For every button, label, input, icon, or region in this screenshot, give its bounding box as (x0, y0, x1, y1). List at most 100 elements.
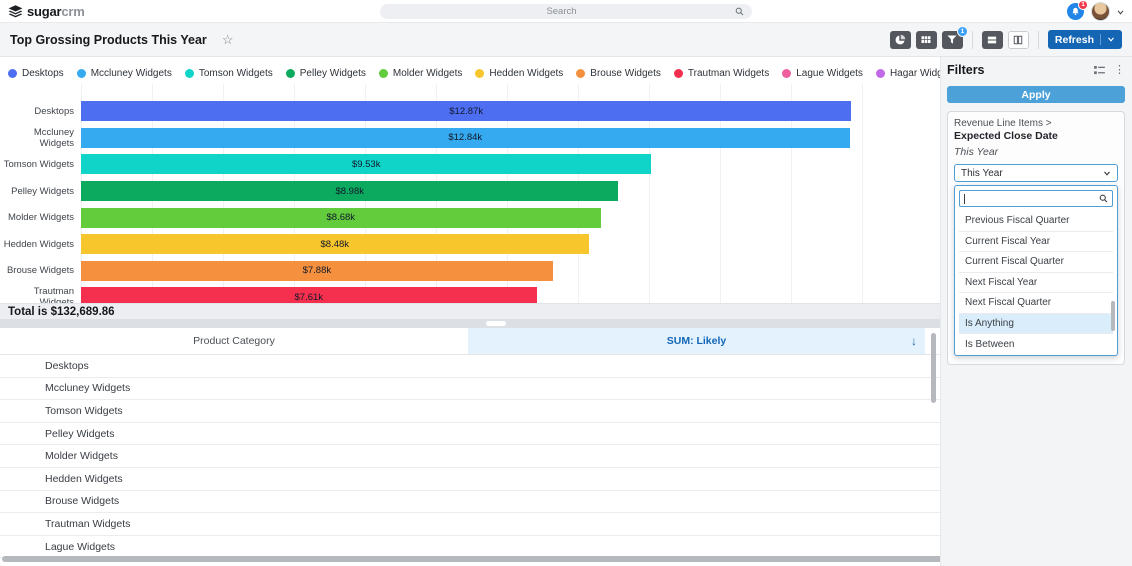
table-vertical-scrollbar[interactable] (931, 333, 936, 403)
refresh-button[interactable]: Refresh (1048, 30, 1122, 49)
bar-value-label: $8.48k (321, 239, 350, 250)
rows-layout-button[interactable] (982, 31, 1003, 49)
table-row[interactable]: Tomson Widgets (0, 400, 940, 423)
chart-bar[interactable]: $9.53k (81, 154, 651, 174)
top-navbar: sugarcrm 1 (0, 0, 1132, 23)
chart-bar[interactable]: $7.61k (81, 287, 537, 303)
dropdown-search-input[interactable] (967, 193, 1099, 204)
chart-bar[interactable]: $8.48k (81, 234, 589, 254)
columns-icon (1012, 34, 1024, 46)
table-row[interactable]: Mccluney Widgets (0, 378, 940, 401)
legend-color-dot (475, 69, 484, 78)
legend-item[interactable]: Mccluney Widgets (77, 68, 172, 79)
pie-chart-icon (894, 34, 906, 46)
search-input[interactable] (388, 6, 735, 17)
chart-plot-area: $12.84k (81, 128, 919, 148)
chart-category-label: Molder Widgets (0, 212, 81, 223)
notifications-button[interactable]: 1 (1067, 3, 1084, 20)
table-row[interactable]: Hedden Widgets (0, 468, 940, 491)
global-search[interactable] (380, 4, 752, 19)
refresh-label: Refresh (1055, 34, 1094, 46)
filter-field-name: Expected Close Date (954, 130, 1118, 142)
legend-item[interactable]: Pelley Widgets (286, 68, 366, 79)
favorite-star-icon[interactable]: ☆ (222, 33, 234, 46)
dropdown-option[interactable]: Next Fiscal Quarter (959, 293, 1113, 314)
table-body: Desktops Mccluney Widgets Tomson Widgets Pe… (0, 355, 940, 558)
product-category-cell: Hedden Widgets (45, 473, 123, 485)
sugarcrm-logo[interactable]: sugarcrm (8, 4, 85, 19)
chart-bar[interactable]: $7.88k (81, 261, 553, 281)
chart-plot-area: $9.53k (81, 154, 919, 174)
funnel-icon (946, 34, 958, 46)
chart-category-label: Pelley Widgets (0, 186, 81, 197)
text-cursor (964, 194, 965, 204)
bar-value-label: $12.84k (448, 132, 482, 143)
rows-icon (986, 34, 998, 46)
chart-bar[interactable]: $8.98k (81, 181, 618, 201)
legend-item[interactable]: Trautman Widgets (674, 68, 769, 79)
dropdown-option[interactable]: Current Fiscal Year (959, 232, 1113, 253)
dropdown-option[interactable]: Is Between (959, 334, 1113, 355)
toolbar-divider (1038, 31, 1039, 49)
chart-bar[interactable]: $12.87k (81, 101, 851, 121)
legend-item[interactable]: Tomson Widgets (185, 68, 273, 79)
sort-descending-icon[interactable]: ↓ (911, 334, 917, 348)
chart-plot-area: $8.48k (81, 234, 919, 254)
profile-chevron-down-icon[interactable] (1117, 2, 1124, 20)
apply-button[interactable]: Apply (947, 86, 1125, 103)
dropdown-option[interactable]: Is Anything (959, 314, 1113, 335)
legend-color-dot (876, 69, 885, 78)
filter-button[interactable]: 1 (942, 31, 963, 49)
product-category-cell: Lague Widgets (45, 541, 115, 553)
table-row[interactable]: Lague Widgets (0, 536, 940, 559)
chart-plot-area: $12.87k (81, 101, 919, 121)
chart-category-label: Mccluney Widgets (0, 127, 81, 149)
chart-view-button[interactable] (890, 31, 911, 49)
dropdown-search-box[interactable] (959, 190, 1113, 207)
filters-menu-kebab-icon[interactable]: ⋮ (1114, 65, 1125, 76)
product-category-cell: Trautman Widgets (45, 518, 130, 530)
filter-operator-select[interactable]: This Year (954, 164, 1118, 182)
product-category-cell: Brouse Widgets (45, 495, 119, 507)
legend-color-dot (286, 69, 295, 78)
table-horizontal-scrollbar[interactable] (2, 556, 940, 562)
product-category-cell: Mccluney Widgets (45, 382, 130, 394)
columns-layout-button[interactable] (1008, 31, 1029, 49)
legend-label: Lague Widgets (796, 68, 863, 79)
legend-item[interactable]: Lague Widgets (782, 68, 863, 79)
table-row[interactable]: Trautman Widgets (0, 513, 940, 536)
chart-row: Pelley Widgets$8.98k (0, 178, 940, 205)
table-row[interactable]: Molder Widgets (0, 445, 940, 468)
refresh-chevron-down-icon[interactable] (1107, 37, 1115, 42)
chart-category-label: Hedden Widgets (0, 239, 81, 250)
bar-value-label: $9.53k (352, 159, 381, 170)
page-title: Top Grossing Products This Year (10, 33, 207, 47)
dropdown-option[interactable]: Previous Fiscal Quarter (959, 211, 1113, 232)
search-icon (735, 7, 744, 16)
legend-item[interactable]: Brouse Widgets (576, 68, 661, 79)
chart-plot-area: $8.98k (81, 181, 919, 201)
chart-row: Tomson Widgets$9.53k (0, 151, 940, 178)
column-header-sum-likely[interactable]: SUM: Likely ↓ (468, 328, 925, 354)
legend-item[interactable]: Hagar Widgets (876, 68, 940, 79)
dropdown-scrollbar[interactable] (1111, 301, 1115, 331)
table-view-button[interactable] (916, 31, 937, 49)
table-row[interactable]: Pelley Widgets (0, 423, 940, 446)
filter-row-card: Revenue Line Items > Expected Close Date… (947, 111, 1125, 365)
legend-item[interactable]: Molder Widgets (379, 68, 462, 79)
table-row[interactable]: Desktops (0, 355, 940, 378)
chart-bar[interactable]: $8.68k (81, 208, 601, 228)
chart-bar[interactable]: $12.84k (81, 128, 850, 148)
dropdown-option[interactable]: Next Fiscal Year (959, 273, 1113, 294)
product-category-cell: Pelley Widgets (45, 428, 114, 440)
column-header-product-category[interactable]: Product Category (0, 328, 468, 354)
bar-chart: Desktops$12.87kMccluney Widgets$12.84kTo… (0, 84, 940, 303)
filter-list-icon[interactable] (1094, 66, 1105, 75)
user-avatar[interactable] (1091, 2, 1110, 21)
legend-item[interactable]: Desktops (8, 68, 64, 79)
filter-dropdown: Previous Fiscal QuarterCurrent Fiscal Ye… (954, 185, 1118, 356)
divider-drag-handle[interactable] (486, 321, 506, 326)
table-row[interactable]: Brouse Widgets (0, 491, 940, 514)
legend-item[interactable]: Hedden Widgets (475, 68, 563, 79)
dropdown-option[interactable]: Current Fiscal Quarter (959, 252, 1113, 273)
